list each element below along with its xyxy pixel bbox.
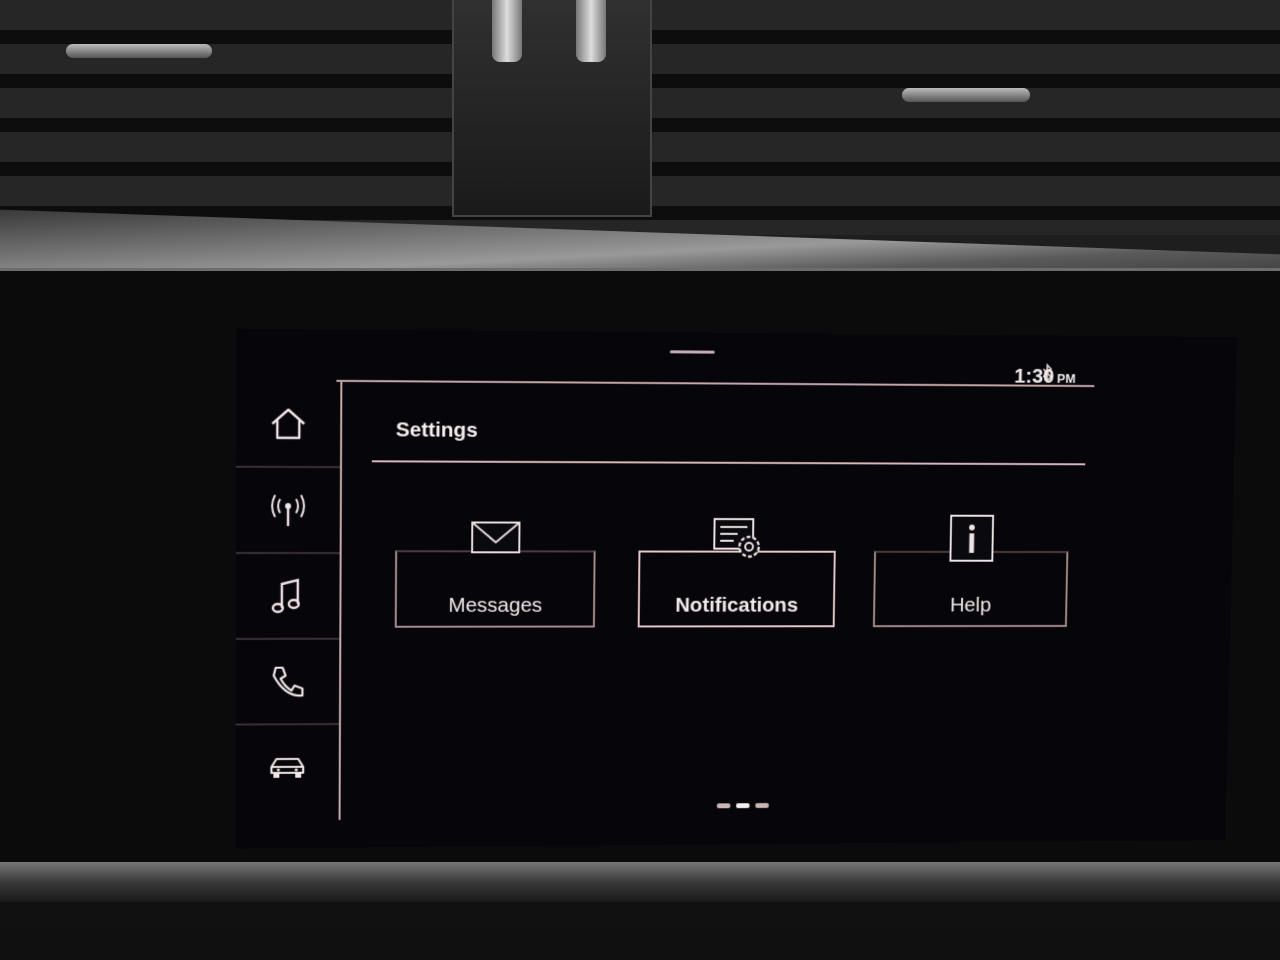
clock-ampm: PM (1056, 371, 1076, 386)
info-icon (945, 512, 999, 567)
dashboard-bottom-trim (0, 862, 1280, 902)
sidebar-item-media[interactable] (235, 553, 340, 640)
vent-center-panel (452, 0, 652, 217)
sidebar-item-phone[interactable] (235, 639, 340, 726)
status-bar (336, 329, 1096, 388)
page-title: Settings (395, 418, 478, 442)
home-icon (266, 402, 310, 446)
tile-label: Help (949, 593, 992, 617)
vent-slat (66, 44, 212, 58)
sidebar-item-home[interactable] (236, 381, 341, 469)
tile-label: Messages (448, 593, 543, 617)
phone-icon (266, 660, 310, 704)
page-dot (716, 803, 731, 809)
title-divider (371, 460, 1086, 466)
radio-antenna-icon (270, 494, 306, 527)
car-icon (265, 745, 309, 778)
sidebar-item-radio[interactable] (236, 467, 341, 555)
notifications-tile[interactable]: Notifications (637, 511, 837, 628)
messages-tile[interactable]: Messages (394, 510, 596, 628)
vent-slat (902, 88, 1030, 102)
infotainment-screen: 1:30 PM Settings Messages Notifications … (235, 328, 1238, 849)
help-tile[interactable]: Help (872, 512, 1069, 628)
sidebar-item-vehicle[interactable] (236, 725, 339, 809)
settings-tiles: Messages Notifications Help (394, 510, 1073, 639)
pull-down-handle[interactable] (669, 350, 715, 354)
car-dashboard: 1:30 PM Settings Messages Notifications … (0, 0, 1280, 960)
clock-time: 1:30 (1014, 364, 1055, 388)
clock: 1:30 PM (1014, 365, 1076, 389)
page-dot (755, 803, 769, 809)
notification-settings-icon (710, 511, 765, 566)
envelope-icon (468, 511, 523, 567)
page-indicator[interactable] (716, 803, 769, 809)
music-note-icon (266, 574, 310, 618)
sidebar-nav (235, 381, 343, 821)
tile-label: Notifications (675, 593, 799, 617)
vent-knob (576, 0, 606, 62)
vent-knob (492, 0, 522, 62)
page-dot-current (736, 803, 750, 809)
